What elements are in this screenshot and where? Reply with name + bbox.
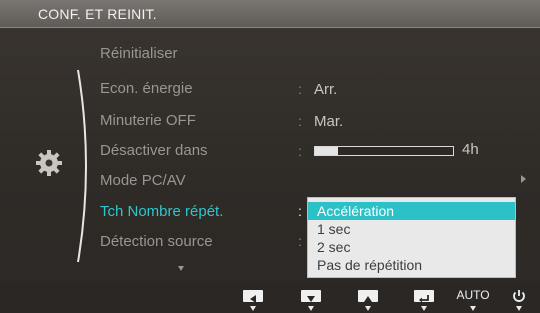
key-repeat-dropdown[interactable]: Accélération 1 sec 2 sec Pas de répétiti… bbox=[307, 197, 516, 278]
auto-button[interactable]: AUTO bbox=[456, 288, 490, 312]
monitor-osd: CONF. ET REINIT. Réinitialiser Econ. éne… bbox=[0, 0, 540, 313]
button-pointer-icon bbox=[516, 306, 522, 311]
button-pointer-icon bbox=[470, 306, 476, 311]
up-arrow-icon bbox=[358, 290, 378, 302]
menu-item-off-timer[interactable]: Minuterie OFF bbox=[100, 112, 196, 129]
down-arrow-icon bbox=[301, 290, 321, 302]
menu-item-turn-off-after[interactable]: Désactiver dans bbox=[100, 142, 208, 159]
enter-button[interactable] bbox=[412, 288, 436, 312]
colon-separator: : bbox=[298, 143, 302, 159]
button-pointer-icon bbox=[250, 306, 256, 311]
menu-item-reset[interactable]: Réinitialiser bbox=[100, 45, 178, 62]
auto-label: AUTO bbox=[456, 288, 490, 302]
option-no-repeat[interactable]: Pas de répétition bbox=[308, 256, 515, 274]
colon-separator: : bbox=[298, 81, 302, 97]
colon-separator: : bbox=[298, 203, 302, 219]
left-arrow-icon bbox=[243, 290, 263, 303]
option-1-sec[interactable]: 1 sec bbox=[308, 220, 515, 238]
down-button[interactable] bbox=[299, 288, 323, 312]
colon-separator: : bbox=[298, 113, 302, 129]
button-pointer-icon bbox=[365, 306, 371, 311]
turn-off-after-slider[interactable] bbox=[314, 146, 454, 156]
button-pointer-icon bbox=[308, 306, 314, 311]
power-icon bbox=[513, 290, 525, 302]
power-saving-value: Arr. bbox=[314, 81, 338, 98]
turn-off-after-value: 4h bbox=[462, 141, 479, 158]
osd-panel: CONF. ET REINIT. Réinitialiser Econ. éne… bbox=[0, 0, 540, 313]
enter-icon bbox=[414, 290, 434, 303]
left-button[interactable] bbox=[241, 288, 265, 312]
slider-fill bbox=[315, 147, 339, 155]
title-bar: CONF. ET REINIT. bbox=[0, 0, 540, 28]
menu-item-source-detection[interactable]: Détection source bbox=[100, 233, 213, 250]
off-timer-value: Mar. bbox=[314, 113, 344, 130]
colon-separator: : bbox=[298, 233, 302, 249]
option-2-sec[interactable]: 2 sec bbox=[308, 238, 515, 256]
option-acceleration[interactable]: Accélération bbox=[308, 202, 515, 220]
up-button[interactable] bbox=[356, 288, 380, 312]
menu-item-power-saving[interactable]: Econ. énergie bbox=[100, 80, 193, 97]
chevron-right-icon bbox=[521, 175, 526, 183]
menu-arc-decoration bbox=[77, 69, 87, 263]
menu-item-pc-av-mode[interactable]: Mode PC/AV bbox=[100, 172, 186, 189]
chevron-down-icon[interactable] bbox=[178, 266, 184, 271]
menu-title: CONF. ET REINIT. bbox=[38, 6, 157, 22]
power-button[interactable] bbox=[507, 288, 531, 312]
button-pointer-icon bbox=[421, 306, 427, 311]
menu-item-key-repeat-time[interactable]: Tch Nombre répét. bbox=[100, 203, 223, 220]
